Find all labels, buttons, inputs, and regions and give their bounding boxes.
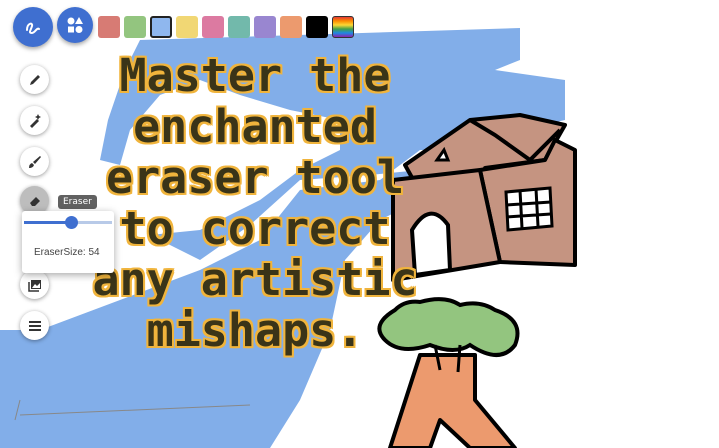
color-palette <box>98 16 354 38</box>
caption-line: eraser tool <box>105 151 404 204</box>
menu-button[interactable] <box>20 311 49 340</box>
draw-mode-button[interactable] <box>13 7 53 47</box>
color-swatch-yellow[interactable] <box>176 16 198 38</box>
pencil-tool-button[interactable] <box>20 65 49 94</box>
brush-tool-button[interactable] <box>20 147 49 176</box>
caption-line: enchanted <box>133 100 377 153</box>
magic-brush-icon <box>29 113 41 128</box>
menu-icon <box>28 320 41 331</box>
color-swatch-orange[interactable] <box>280 16 302 38</box>
color-swatch-teal[interactable] <box>228 16 250 38</box>
pencil-icon <box>29 74 40 85</box>
caption-line: Master the <box>119 49 391 102</box>
image-icon <box>27 279 41 292</box>
magic-brush-tool-button[interactable] <box>20 106 49 135</box>
eraser-size-popover: EraserSize: 54 <box>22 211 114 273</box>
eraser-tooltip: Eraser <box>58 195 97 209</box>
brush-icon <box>28 155 41 168</box>
shapes-button[interactable] <box>57 7 93 43</box>
eraser-size-label: EraserSize: 54 <box>34 247 100 258</box>
caption-line: any artistic <box>92 253 418 306</box>
caption-text: Master the enchanted eraser tool to corr… <box>90 50 420 356</box>
eraser-icon <box>29 196 40 206</box>
eraser-size-slider-track[interactable] <box>24 221 71 224</box>
color-swatch-pink[interactable] <box>202 16 224 38</box>
color-swatch-rainbow[interactable] <box>332 16 354 38</box>
color-swatch-green[interactable] <box>124 16 146 38</box>
eraser-size-slider-thumb[interactable] <box>65 216 78 229</box>
caption-line: mishaps. <box>146 304 364 357</box>
color-swatch-purple[interactable] <box>254 16 276 38</box>
squiggle-icon <box>26 22 40 35</box>
caption-line: to correct <box>119 202 391 255</box>
shapes-icon <box>67 17 83 33</box>
color-swatch-red[interactable] <box>98 16 120 38</box>
color-swatch-blue[interactable] <box>150 16 172 38</box>
color-swatch-black[interactable] <box>306 16 328 38</box>
image-tool-button[interactable] <box>20 270 49 299</box>
